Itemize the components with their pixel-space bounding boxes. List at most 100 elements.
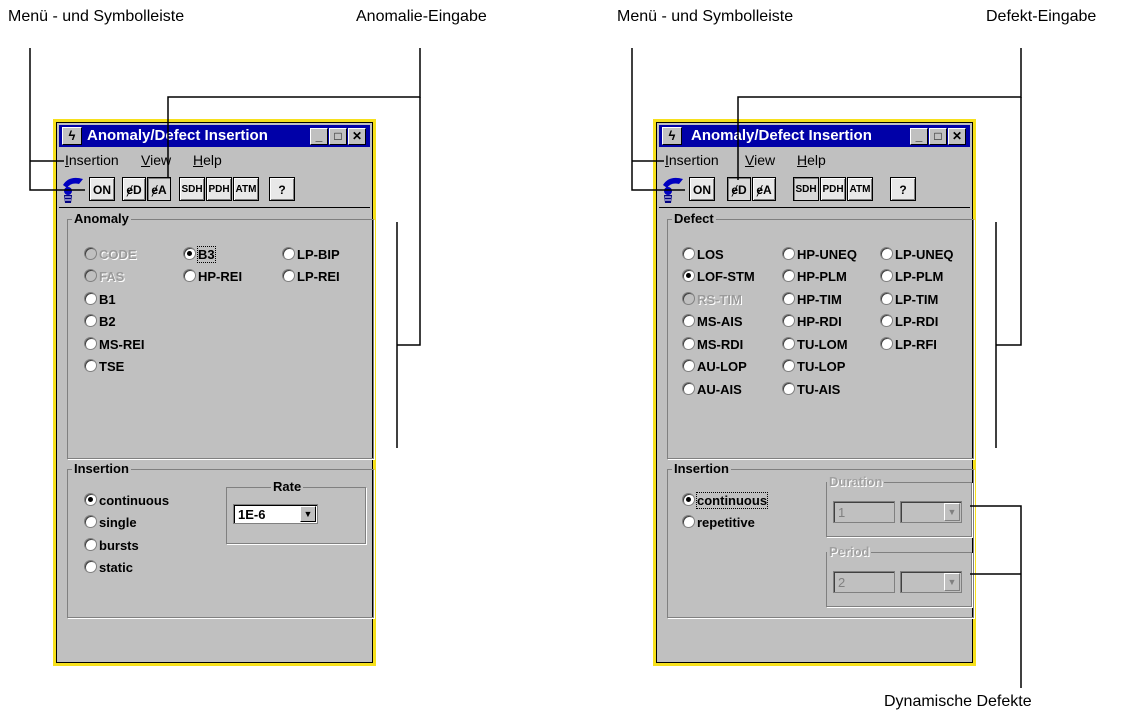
- radio-hp-plm[interactable]: HP-PLM: [782, 268, 847, 286]
- menu-bar: Insertion View Help: [659, 150, 970, 170]
- radio-lp-plm[interactable]: LP-PLM: [880, 268, 943, 286]
- radio-ms-rei[interactable]: MS-REI: [84, 336, 145, 354]
- radio-lp-rfi[interactable]: LP-RFI: [880, 336, 937, 354]
- radio-au-lop[interactable]: AU-LOP: [682, 358, 747, 376]
- radio-tu-ais[interactable]: TU-AIS: [782, 381, 840, 399]
- sdh-button[interactable]: SDH: [179, 177, 205, 201]
- dropdown-arrow-icon[interactable]: ▼: [300, 506, 316, 522]
- annotation-right-menu: Menü - und Symbolleiste: [617, 8, 794, 25]
- radio-lp-rei[interactable]: LP-REI: [282, 268, 340, 286]
- minimize-button[interactable]: _: [310, 128, 328, 145]
- menu-bar: Insertion View Help: [59, 150, 370, 170]
- radio-continuous[interactable]: continuous: [682, 492, 769, 510]
- radio-lp-bip[interactable]: LP-BIP: [282, 246, 340, 264]
- radio-hp-uneq[interactable]: HP-UNEQ: [782, 246, 857, 264]
- duration-unit-select: ▼: [900, 501, 962, 523]
- rate-select[interactable]: 1E-6 ▼: [233, 504, 318, 524]
- radio-ms-rdi[interactable]: MS-RDI: [682, 336, 743, 354]
- menu-view[interactable]: View: [141, 152, 171, 168]
- radio-bursts[interactable]: bursts: [84, 537, 139, 555]
- window-title: Anomaly/Defect Insertion: [691, 127, 872, 144]
- radio-lp-uneq[interactable]: LP-UNEQ: [880, 246, 954, 264]
- annotation-anomaly-input: Anomalie-Eingabe: [356, 8, 487, 25]
- duration-input: 1: [833, 501, 895, 523]
- radio-b3[interactable]: B3: [183, 246, 216, 264]
- toolbar: ON ɇD ɇA SDH PDH ATM ?: [59, 173, 370, 208]
- menu-help[interactable]: Help: [193, 152, 222, 168]
- insertion-group: Insertion continuous single bursts stati…: [67, 461, 374, 618]
- app-logo-icon: [663, 177, 683, 203]
- close-button[interactable]: ✕: [348, 128, 366, 145]
- atm-button[interactable]: ATM: [847, 177, 873, 201]
- pdh-button[interactable]: PDH: [206, 177, 232, 201]
- dropdown-arrow-icon: ▼: [944, 573, 960, 591]
- sdh-button[interactable]: SDH: [793, 177, 819, 201]
- annotation-defect-input: Defekt-Eingabe: [986, 8, 1097, 25]
- system-menu-icon[interactable]: ϟ: [662, 127, 682, 145]
- anomaly-button[interactable]: ɇA: [752, 177, 776, 201]
- radio-repetitive[interactable]: repetitive: [682, 514, 755, 532]
- menu-insertion[interactable]: Insertion: [65, 152, 119, 168]
- minimize-button[interactable]: _: [910, 128, 928, 145]
- duration-label: Duration: [827, 474, 885, 489]
- atm-button[interactable]: ATM: [233, 177, 259, 201]
- radio-hp-rdi[interactable]: HP-RDI: [782, 313, 842, 331]
- on-button[interactable]: ON: [689, 177, 715, 201]
- defect-group: Defect LOS LOF-STM RS-TIM MS-AIS MS-RDI …: [667, 211, 974, 459]
- radio-tu-lop[interactable]: TU-LOP: [782, 358, 845, 376]
- radio-single[interactable]: single: [84, 514, 137, 532]
- radio-static[interactable]: static: [84, 559, 133, 577]
- help-icon[interactable]: ?: [890, 177, 916, 201]
- period-group: Period 2 ▼: [826, 544, 972, 607]
- on-button[interactable]: ON: [89, 177, 115, 201]
- duration-group: Duration 1 ▼: [826, 474, 972, 537]
- radio-hp-rei[interactable]: HP-REI: [183, 268, 242, 286]
- menu-help[interactable]: Help: [797, 152, 826, 168]
- rate-value: 1E-6: [238, 507, 266, 522]
- close-button[interactable]: ✕: [948, 128, 966, 145]
- period-input: 2: [833, 571, 895, 593]
- menu-insertion[interactable]: Insertion: [665, 152, 719, 168]
- radio-continuous[interactable]: continuous: [84, 492, 169, 510]
- radio-tse[interactable]: TSE: [84, 358, 124, 376]
- radio-au-ais[interactable]: AU-AIS: [682, 381, 742, 399]
- defect-button[interactable]: ɇD: [122, 177, 146, 201]
- radio-b1[interactable]: B1: [84, 291, 116, 309]
- radio-los[interactable]: LOS: [682, 246, 724, 264]
- menu-view[interactable]: View: [745, 152, 775, 168]
- toolbar: ON ɇD ɇA SDH PDH ATM ?: [659, 173, 970, 208]
- radio-code: CODE: [84, 246, 137, 264]
- radio-hp-tim[interactable]: HP-TIM: [782, 291, 842, 309]
- radio-rs-tim: RS-TIM: [682, 291, 742, 309]
- anomaly-group-label: Anomaly: [72, 211, 131, 226]
- radio-b2[interactable]: B2: [84, 313, 116, 331]
- maximize-button[interactable]: □: [929, 128, 947, 145]
- rate-label: Rate: [271, 479, 304, 494]
- period-unit-select: ▼: [900, 571, 962, 593]
- title-bar[interactable]: ϟ Anomaly/Defect Insertion _ □ ✕: [59, 125, 370, 147]
- leader-line: [397, 97, 421, 346]
- annotation-dynamic-defects: Dynamische Defekte: [884, 693, 1032, 710]
- insertion-group-label: Insertion: [672, 461, 731, 476]
- radio-lof-stm[interactable]: LOF-STM: [682, 268, 755, 286]
- defect-button[interactable]: ɇD: [727, 177, 751, 201]
- radio-fas: FAS: [84, 268, 124, 286]
- anomaly-button[interactable]: ɇA: [147, 177, 171, 201]
- help-icon[interactable]: ?: [269, 177, 295, 201]
- right-window: ϟ Anomaly/Defect Insertion _ □ ✕ Inserti…: [653, 119, 976, 666]
- period-label: Period: [827, 544, 872, 559]
- title-bar[interactable]: ϟ Anomaly/Defect Insertion _ □ ✕: [659, 125, 970, 147]
- insertion-group: Insertion continuous repetitive Duration…: [667, 461, 974, 618]
- pdh-button[interactable]: PDH: [820, 177, 846, 201]
- system-menu-icon[interactable]: ϟ: [62, 127, 82, 145]
- radio-lp-rdi[interactable]: LP-RDI: [880, 313, 938, 331]
- rate-group: Rate 1E-6 ▼: [226, 479, 366, 544]
- insertion-group-label: Insertion: [72, 461, 131, 476]
- window-title: Anomaly/Defect Insertion: [87, 127, 268, 144]
- dropdown-arrow-icon: ▼: [944, 503, 960, 521]
- maximize-button[interactable]: □: [329, 128, 347, 145]
- radio-lp-tim[interactable]: LP-TIM: [880, 291, 938, 309]
- leader-line: [970, 505, 1022, 688]
- radio-tu-lom[interactable]: TU-LOM: [782, 336, 848, 354]
- radio-ms-ais[interactable]: MS-AIS: [682, 313, 743, 331]
